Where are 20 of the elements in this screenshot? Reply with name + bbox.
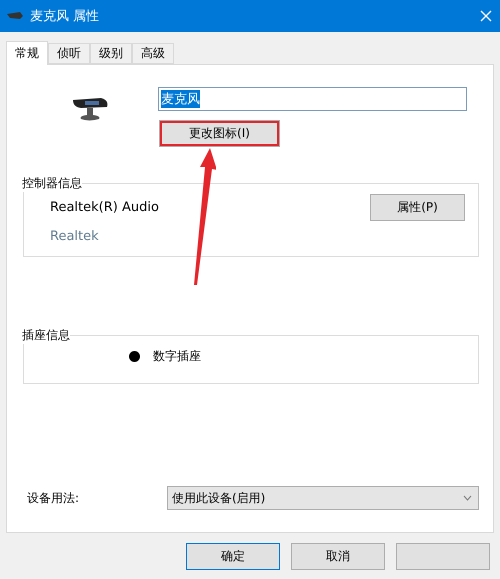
chevron-icon (463, 495, 472, 501)
jack-label: 数字插座 (153, 348, 201, 365)
tab[interactable]: 常规 (6, 41, 48, 65)
change-icon-button[interactable]: 更改图标(I) (159, 120, 280, 147)
dialog-button[interactable]: 取消 (291, 543, 385, 570)
group-title: 控制器信息 (22, 175, 82, 192)
group-title: 插座信息 (22, 327, 70, 344)
tab[interactable]: 高级 (132, 43, 174, 64)
close-icon[interactable] (480, 10, 492, 22)
window-title: 麦克风 属性 (30, 8, 100, 25)
properties-button[interactable]: 属性(P) (370, 194, 465, 221)
usage-label: 设备用法: (27, 490, 80, 506)
dialog-button[interactable]: 确定 (186, 543, 280, 570)
controller-vendor: Realtek (50, 229, 100, 244)
controller-name: Realtek(R) Audio (50, 200, 159, 215)
webcam-icon (70, 97, 110, 123)
tab[interactable]: 侦听 (48, 43, 90, 64)
tab[interactable]: 级别 (90, 43, 132, 64)
usage-dropdown[interactable]: 使用此设备(启用) (167, 486, 479, 510)
device-name-field[interactable]: 麦克风 (158, 87, 467, 111)
